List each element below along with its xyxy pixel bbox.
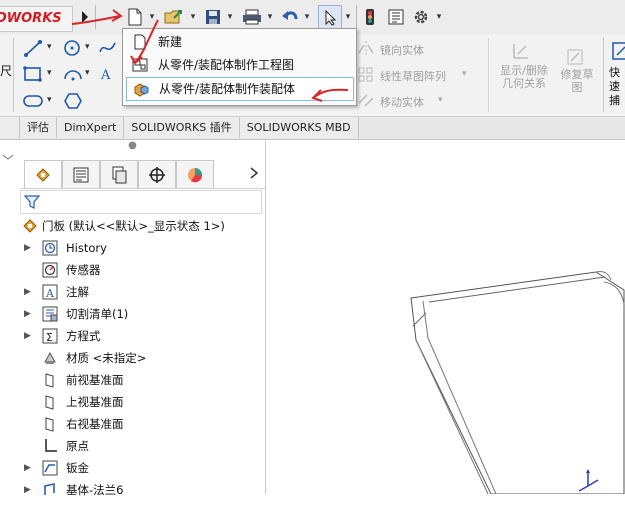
tree-item-right-plane[interactable]: 右视基准面 [0,413,265,435]
tree-item-annotations[interactable]: ▶ A 注解 [0,281,265,303]
tree-item-sensors[interactable]: 传感器 [0,259,265,281]
tree-item-label: 原点 [66,439,89,453]
display-manager-icon [188,167,203,182]
tab-property-manager[interactable] [62,160,100,188]
tree-item-equations[interactable]: ▶ Σ 方程式 [0,325,265,347]
tree-item-label: 基体-法兰6 [66,483,124,497]
plane-icon [42,416,58,432]
tree-item-label: 钣金 [66,461,89,475]
dimxpert-icon [149,166,165,183]
expand-arrow-icon[interactable]: ▶ [24,325,34,347]
configuration-manager-icon [112,166,127,183]
cut-list-icon [42,306,58,322]
tab-configuration-manager[interactable] [100,160,138,188]
view-triad-icon [576,466,600,492]
property-manager-icon [73,167,89,182]
origin-icon [42,438,58,454]
tree-item-label: 右视基准面 [66,417,124,431]
sensor-icon [42,262,58,278]
tree-filter-bar[interactable] [20,190,262,214]
tree-item-base-flange[interactable]: ▶ 基体-法兰6 [0,479,265,501]
plane-icon [42,394,58,410]
panel-grip-icon[interactable]: ● [0,140,265,156]
graphics-area[interactable] [266,140,625,495]
sheet-metal-icon [42,460,58,476]
equations-icon: Σ [42,328,58,344]
tree-item-label: 前视基准面 [66,373,124,387]
tabs-scroll-right-icon[interactable] [248,166,260,180]
expand-arrow-icon[interactable]: ▶ [24,479,34,501]
tree-item-label: 方程式 [66,329,101,343]
panel-tabs [20,160,265,189]
tree-item-origin[interactable]: 原点 [0,435,265,457]
svg-text:Σ: Σ [46,331,53,344]
history-icon [42,240,58,256]
base-flange-icon [42,482,58,498]
expand-arrow-icon[interactable]: ▶ [24,303,34,325]
expand-arrow-icon[interactable]: ▶ [24,281,34,303]
tree-item-label: 切割清单(1) [66,307,129,321]
expand-arrow-icon[interactable]: ▶ [24,457,34,479]
tree-item-label: History [66,241,107,255]
door-panel-model[interactable] [266,140,625,495]
svg-text:A: A [45,287,55,300]
tree-item-label: 传感器 [66,263,101,277]
expand-arrow-icon[interactable]: ▶ [24,237,34,259]
tree-item-sheet-metal[interactable]: ▶ 钣金 [0,457,265,479]
tree-item-label: 材质 <未指定> [66,351,147,365]
panel-collapse-icon[interactable] [2,150,14,160]
tree-item-top-plane[interactable]: 上视基准面 [0,391,265,413]
tree-item-front-plane[interactable]: 前视基准面 [0,369,265,391]
material-icon [42,350,58,366]
tree-item-label: 注解 [66,285,89,299]
tab-feature-manager[interactable] [24,160,62,188]
tree-item-history[interactable]: ▶ History [0,237,265,259]
annotation-arrows [71,9,349,102]
tree-item-material[interactable]: 材质 <未指定> [0,347,265,369]
part-name-label: 门板 (默认<<默认>_显示状态 1>) [42,219,225,233]
tab-display-manager[interactable] [176,160,214,188]
tree-item-cut-list[interactable]: ▶ 切割清单(1) [0,303,265,325]
tree-item-label: 上视基准面 [66,395,124,409]
plane-icon [42,372,58,388]
part-icon [22,218,38,234]
tab-dimxpert-manager[interactable] [138,160,176,188]
feature-manager-icon [36,167,50,182]
tree-root-part[interactable]: 门板 (默认<<默认>_显示状态 1>) [0,215,265,237]
filter-icon[interactable] [23,194,41,210]
annotations-icon: A [42,284,58,300]
